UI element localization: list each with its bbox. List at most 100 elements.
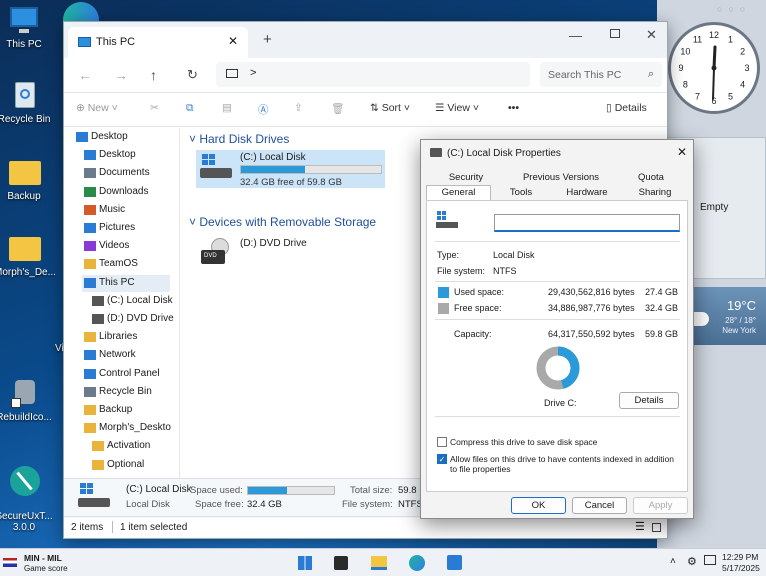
forward-arrow-icon[interactable]: →	[114, 67, 128, 83]
desktop-icon-this-pc[interactable]: This PC	[0, 5, 54, 50]
file-explorer-icon[interactable]	[371, 556, 387, 570]
desktop-icon-rebuildicons[interactable]: RebuildIco...	[0, 378, 54, 423]
desktop-icon-morphs-desktop[interactable]: Morph's_De...	[0, 233, 56, 278]
terminal-icon[interactable]	[334, 556, 348, 570]
widget-dots: ○○○	[717, 4, 752, 14]
tab-tools[interactable]: Tools	[491, 186, 551, 200]
new-tab-button[interactable]: +	[263, 31, 272, 48]
nav-item-icon	[84, 241, 96, 252]
monitor-icon	[7, 5, 41, 35]
index-label: Allow files on this drive to have conten…	[450, 454, 674, 474]
tab-hardware[interactable]: Hardware	[551, 186, 623, 200]
edge-icon[interactable]	[409, 555, 425, 571]
disk-details-button[interactable]: Details	[619, 392, 679, 409]
start-button[interactable]	[298, 556, 312, 570]
drive-c-icon	[78, 483, 110, 511]
nav-item[interactable]: Control Panel	[82, 366, 160, 383]
ok-button[interactable]: OK	[511, 497, 566, 514]
compress-checkbox[interactable]	[437, 437, 447, 447]
nav-item[interactable]: Videos	[82, 238, 129, 255]
nav-item[interactable]: Optional	[90, 457, 144, 474]
nav-item-label: Music	[99, 203, 126, 215]
drive-c-icon	[200, 154, 232, 180]
nav-item[interactable]: Libraries	[82, 329, 137, 346]
copy-icon[interactable]: ⧉	[186, 102, 194, 115]
share-icon[interactable]: ⇪	[294, 102, 303, 114]
clock-date[interactable]: 5/17/2025	[722, 563, 760, 573]
more-options-button[interactable]: •••	[508, 102, 519, 114]
tab-general[interactable]: General	[426, 185, 491, 201]
search-input[interactable]: Search This PC ⌕	[540, 62, 662, 87]
up-arrow-icon[interactable]: ↑	[150, 67, 157, 83]
tab-previous-versions[interactable]: Previous Versions	[506, 171, 616, 185]
group-header-hard-disk-drives[interactable]: ˅ Hard Disk Drives	[189, 132, 289, 146]
desktop-icon-recycle-bin[interactable]: Recycle Bin	[0, 80, 54, 125]
nav-item[interactable]: Desktop	[74, 129, 128, 146]
tab-quota[interactable]: Quota	[616, 171, 686, 185]
tray-chevron-icon[interactable]: ˄	[670, 556, 676, 567]
divider	[435, 416, 680, 417]
store-icon[interactable]	[447, 555, 462, 570]
sort-button[interactable]: ⇅ Sort ˅	[370, 102, 410, 114]
dialog-close-button[interactable]: ✕	[677, 145, 687, 159]
nav-item-label: TeamOS	[99, 258, 138, 270]
network-icon[interactable]	[704, 555, 716, 565]
rename-icon[interactable]: Ⓐ	[258, 102, 269, 117]
refresh-icon[interactable]: ↻	[187, 67, 198, 83]
nav-item-label: Downloads	[99, 185, 149, 197]
back-arrow-icon[interactable]: ←	[78, 67, 92, 83]
cancel-button[interactable]: Cancel	[572, 497, 627, 514]
nav-item[interactable]: Music	[82, 202, 125, 219]
nav-item[interactable]: Pictures	[82, 220, 135, 237]
tab-security[interactable]: Security	[426, 171, 506, 185]
gear-icon[interactable]: ⚙	[687, 555, 697, 568]
view-button[interactable]: ☰ View ˅	[435, 102, 479, 114]
index-checkbox[interactable]: ✓	[437, 454, 447, 464]
desktop-icon-secureuxtheme[interactable]: SecureUxT... 3.0.0	[0, 455, 54, 544]
nav-item[interactable]: Desktop	[82, 147, 136, 164]
nav-item[interactable]: Activation	[90, 438, 150, 455]
nav-item-label: Pictures	[99, 222, 136, 233]
folder-icon	[7, 157, 41, 187]
drive-d-tile[interactable]: DVD (D:) DVD Drive	[196, 234, 385, 270]
nav-item[interactable]: Downloads	[82, 184, 148, 201]
clock-number: 8	[683, 80, 688, 90]
tab-sharing[interactable]: Sharing	[623, 186, 687, 200]
edge-icon[interactable]	[63, 2, 99, 22]
nav-item[interactable]: TeamOS	[82, 256, 138, 273]
tab-this-pc[interactable]: This PC ✕	[68, 27, 248, 58]
nav-item[interactable]: Morph's_Deskto	[82, 420, 171, 437]
nav-item[interactable]: Backup	[82, 402, 132, 419]
details-pane-button[interactable]: ▯ Details	[606, 102, 647, 114]
desktop-icon-backup[interactable]: Backup	[0, 157, 54, 202]
minimize-button[interactable]: —	[569, 28, 582, 43]
drive-icon	[430, 148, 442, 157]
used-color-swatch	[438, 287, 449, 298]
nav-item[interactable]: Documents	[82, 165, 150, 182]
view-label: View	[447, 102, 470, 114]
divider	[435, 319, 680, 320]
apply-button[interactable]: Apply	[633, 497, 688, 514]
nav-item[interactable]: (D:) DVD Drive	[90, 311, 174, 328]
nav-item[interactable]: (C:) Local Disk	[90, 293, 173, 310]
nav-item[interactable]: Recycle Bin	[82, 384, 152, 401]
delete-icon[interactable]: 🗑︎	[331, 102, 344, 115]
drive-c-usage-bar	[240, 165, 382, 174]
close-window-button[interactable]: ✕	[646, 27, 657, 43]
cut-icon[interactable]: ✂	[150, 102, 159, 114]
clock-time[interactable]: 12:29 PM	[722, 552, 758, 562]
group-header-removable[interactable]: ˅ Devices with Removable Storage	[189, 215, 376, 229]
drive-label-input[interactable]	[494, 214, 680, 232]
close-tab-icon[interactable]: ✕	[228, 34, 238, 48]
address-input[interactable]: >	[216, 62, 530, 87]
list-view-icon[interactable]: ☰	[635, 520, 645, 533]
nav-item[interactable]: This PC	[82, 274, 170, 292]
nav-item[interactable]: Network	[82, 347, 136, 364]
maximize-button[interactable]	[610, 29, 620, 38]
drive-c-tile[interactable]: (C:) Local Disk 32.4 GB free of 59.8 GB	[196, 150, 385, 188]
total-size-label: Total size:	[350, 485, 393, 496]
paste-icon[interactable]: ▤	[222, 102, 232, 114]
new-button[interactable]: ⊕ New ˅	[76, 102, 118, 114]
tiles-view-icon[interactable]	[652, 523, 661, 532]
drive-letter-label: Drive C:	[544, 398, 577, 408]
